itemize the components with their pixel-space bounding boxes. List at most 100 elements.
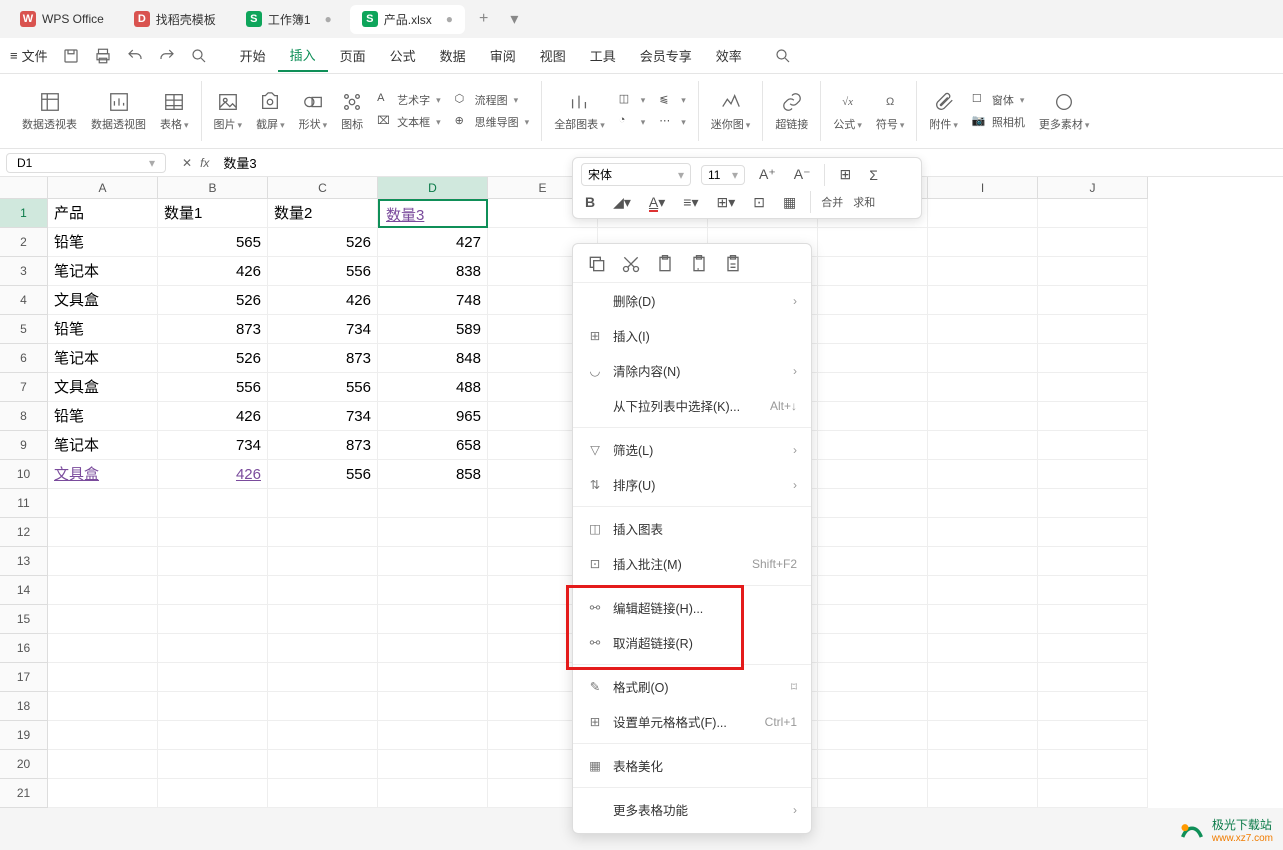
cell[interactable] [158,547,268,576]
cell[interactable] [48,605,158,634]
cell[interactable] [268,489,378,518]
tab-product[interactable]: S 产品.xlsx ● [350,5,465,34]
cell[interactable]: 848 [378,344,488,373]
cell[interactable] [1038,547,1148,576]
cell[interactable] [928,199,1038,228]
row-header[interactable]: 19 [0,721,48,750]
cell[interactable] [818,547,928,576]
cell[interactable]: 873 [268,344,378,373]
cell[interactable] [378,518,488,547]
textbox-button[interactable]: ⌧文本框 [377,114,441,130]
ctx-picklist[interactable]: 从下拉列表中选择(K)...Alt+↓ [573,388,811,423]
print-icon[interactable] [94,47,112,65]
row-header[interactable]: 14 [0,576,48,605]
ctx-clear[interactable]: ◡清除内容(N)› [573,353,811,388]
ctx-format-painter[interactable]: ✎格式刷(O)⌑ [573,669,811,704]
cell[interactable] [378,576,488,605]
cell[interactable] [378,721,488,750]
search-button[interactable] [774,47,792,65]
border-button[interactable]: ⊞▾ [713,192,740,213]
cell[interactable]: 488 [378,373,488,402]
sum-label[interactable]: 求和 [853,194,875,210]
cell[interactable] [158,576,268,605]
wordart-button[interactable]: A艺术字 [377,92,441,108]
cell[interactable] [48,779,158,808]
cell[interactable] [1038,779,1148,808]
row-header[interactable]: 20 [0,750,48,779]
cell[interactable]: 556 [268,373,378,402]
pie-chart-button[interactable]: ◔ [619,114,646,130]
mindmap-button[interactable]: ⊕思维导图 [455,114,530,130]
cell[interactable] [928,663,1038,692]
attachment-button[interactable]: 附件 [929,91,958,132]
menu-efficiency[interactable]: 效率 [704,40,754,71]
cell[interactable] [818,663,928,692]
app-name-tab[interactable]: W WPS Office [8,5,116,33]
cell[interactable]: 526 [158,286,268,315]
ctx-sort[interactable]: ⇅排序(U)› [573,467,811,502]
cell[interactable] [158,692,268,721]
cell[interactable]: 426 [158,402,268,431]
cell[interactable] [928,576,1038,605]
cell[interactable] [378,779,488,808]
cell[interactable] [928,344,1038,373]
row-header[interactable]: 4 [0,286,48,315]
ctx-beautify[interactable]: ▦表格美化 [573,748,811,783]
cell[interactable] [818,779,928,808]
row-header[interactable]: 21 [0,779,48,808]
cell[interactable] [928,460,1038,489]
form-button[interactable]: ☐窗体 [972,92,1025,108]
cell[interactable] [818,634,928,663]
ctx-more[interactable]: 更多表格功能› [573,792,811,827]
hyperlink-button[interactable]: 超链接 [775,91,808,132]
decrease-font-icon[interactable]: A⁻ [790,164,815,185]
cell[interactable] [928,547,1038,576]
cell[interactable] [268,547,378,576]
search-icon[interactable] [190,47,208,65]
font-color-button[interactable]: A▾ [645,192,669,213]
cell[interactable] [48,489,158,518]
menu-member[interactable]: 会员专享 [628,40,704,71]
ctx-edit-hyperlink[interactable]: ⚯编辑超链接(H)... [573,590,811,625]
cell[interactable] [158,518,268,547]
cell[interactable] [48,750,158,779]
cell[interactable]: 426 [158,257,268,286]
font-size-select[interactable]: 11▾ [701,165,745,185]
cell[interactable] [268,605,378,634]
cell[interactable]: 笔记本 [48,344,158,373]
col-D[interactable]: D [378,177,488,199]
ctx-cell-format[interactable]: ⊞设置单元格格式(F)...Ctrl+1 [573,704,811,739]
cell[interactable]: 铅笔 [48,228,158,257]
ctx-delete[interactable]: 删除(D)› [573,283,811,318]
cell[interactable] [158,634,268,663]
fx-icon[interactable]: fx [200,156,209,170]
cell[interactable]: 文具盒 [48,373,158,402]
menu-view[interactable]: 视图 [528,40,578,71]
cell[interactable] [928,692,1038,721]
cell[interactable] [1038,605,1148,634]
cell[interactable] [928,315,1038,344]
cell[interactable] [48,663,158,692]
cell[interactable] [1038,315,1148,344]
cell[interactable] [378,663,488,692]
cell[interactable]: 数量3 [378,199,488,228]
picture-button[interactable]: 图片 [214,91,243,132]
row-header[interactable]: 7 [0,373,48,402]
cell[interactable] [48,634,158,663]
cell-reference-input[interactable]: D1▾ [6,153,166,173]
cell[interactable] [268,518,378,547]
cell[interactable] [928,286,1038,315]
cell[interactable] [928,605,1038,634]
increase-font-icon[interactable]: A⁺ [755,164,780,185]
cell[interactable] [1038,373,1148,402]
cell[interactable] [378,489,488,518]
cell[interactable] [1038,721,1148,750]
cell[interactable] [48,547,158,576]
cell[interactable] [268,721,378,750]
cell[interactable]: 数量1 [158,199,268,228]
cell[interactable]: 658 [378,431,488,460]
redo-icon[interactable] [158,47,176,65]
row-header[interactable]: 12 [0,518,48,547]
cell[interactable] [928,402,1038,431]
cell[interactable] [928,634,1038,663]
